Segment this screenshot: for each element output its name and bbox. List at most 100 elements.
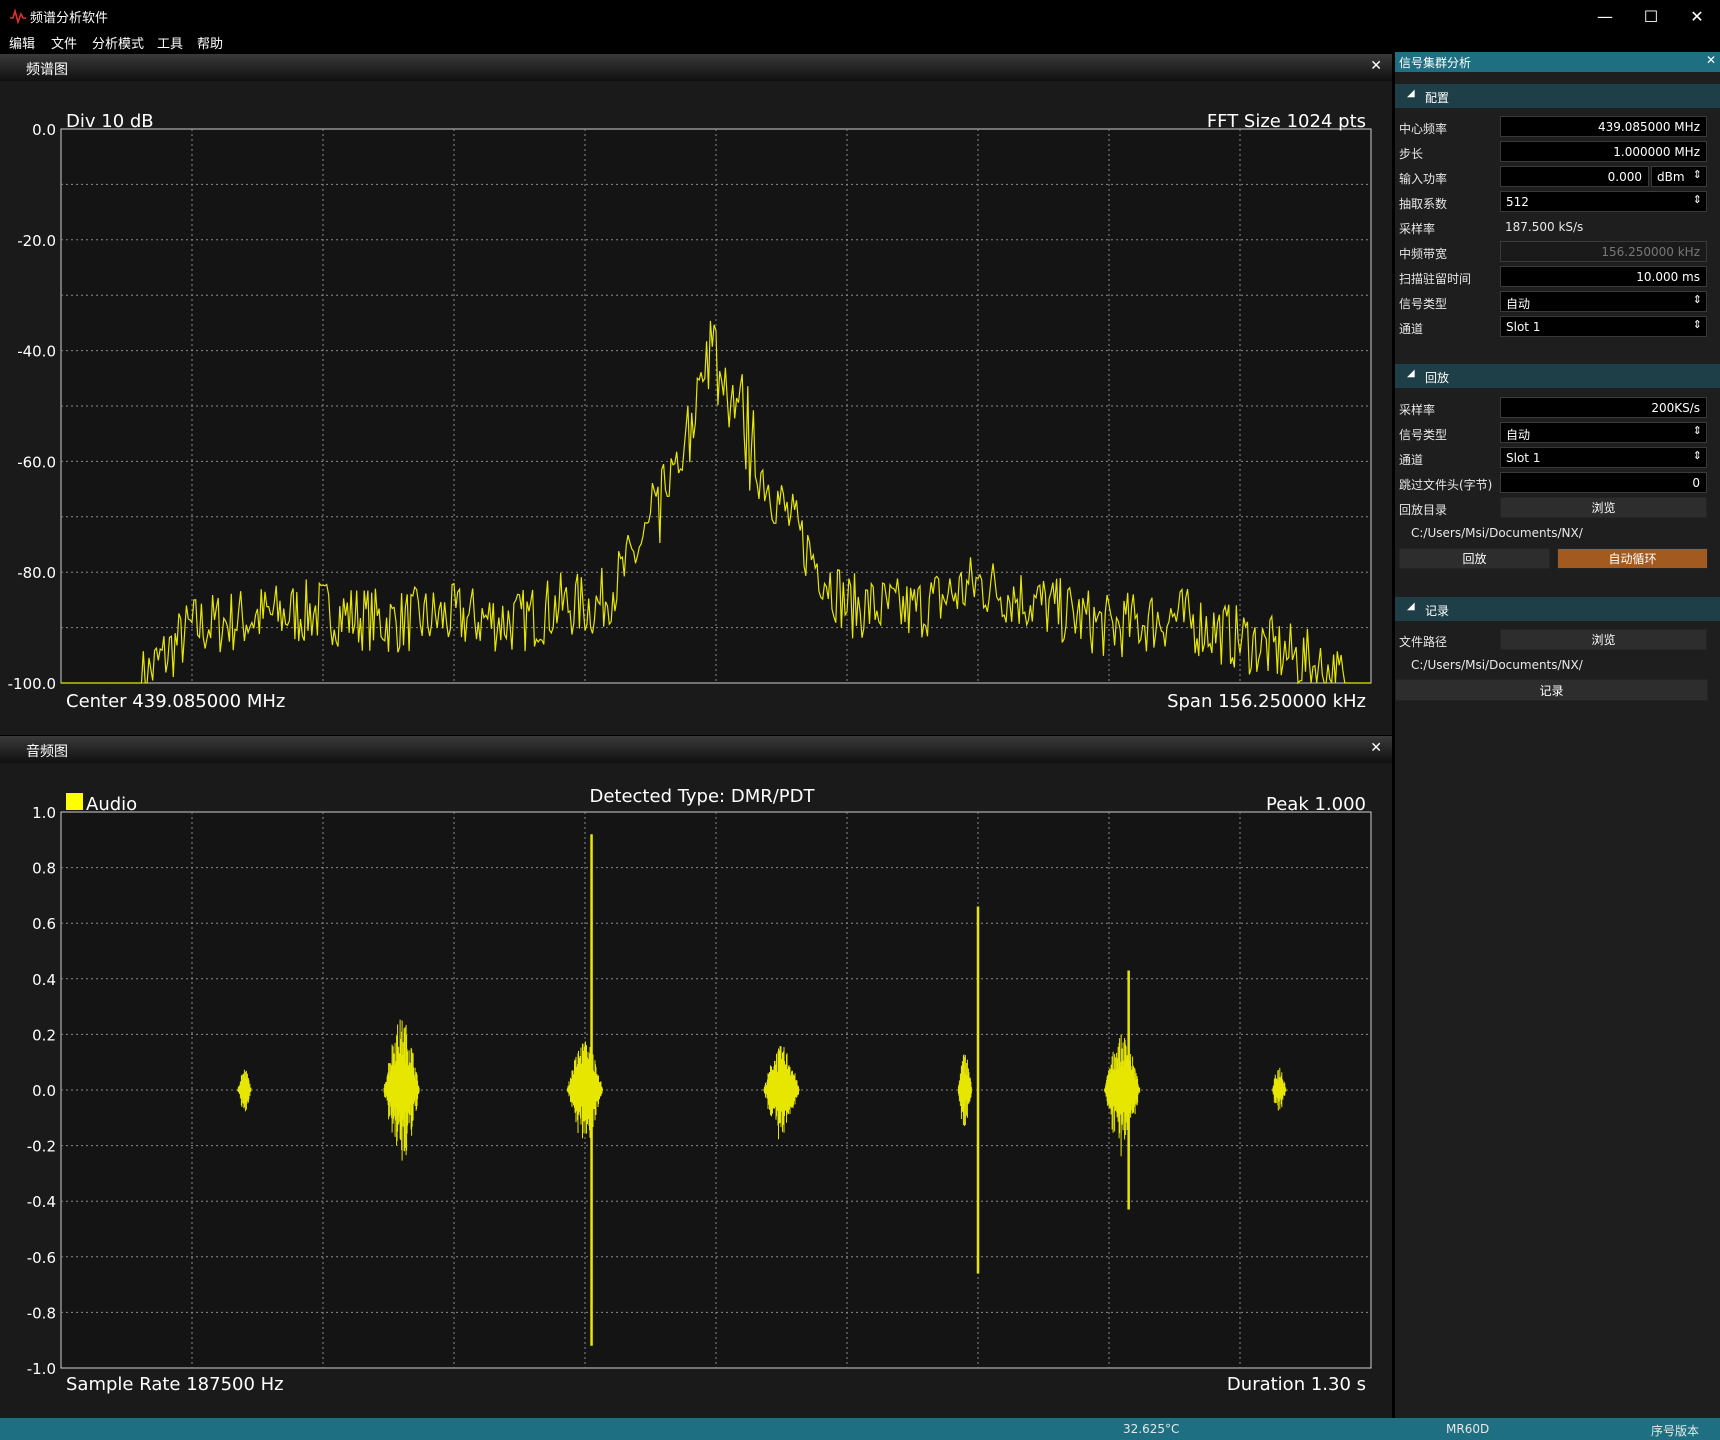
serial-version: 序号版本 (1651, 1424, 1700, 1438)
peak-label: Peak 1.000 (1266, 794, 1366, 815)
audio-legend-swatch (66, 793, 83, 810)
close-icon[interactable]: ✕ (1706, 53, 1716, 67)
center-freq-field[interactable]: 439.085000 MHz (1500, 116, 1707, 137)
sample-rate-label: 采样率 (1399, 222, 1436, 236)
y-tick-label: -1.0 (27, 1360, 56, 1378)
collapse-triangle-icon: ◢ (1407, 601, 1415, 612)
playback-dir-label: 回放目录 (1399, 503, 1448, 517)
close-icon[interactable]: ✕ (1370, 740, 1382, 756)
audio-legend-label: Audio (86, 794, 137, 815)
spin-arrows-icon: ⇕ (1692, 449, 1702, 462)
audio-panel: 1.0 0.8 0.6 0.4 0.2 0.0 -0.2 -0.4 -0.6 -0.8 -1.0 A… (0, 763, 1392, 1418)
y-tick-label: 1.0 (32, 804, 56, 822)
spectrum-panel-header: 频谱图 ✕ (0, 54, 1392, 81)
playback-path: C:/Users/Msi/Documents/NX/ (1411, 526, 1583, 540)
temperature-readout: 32.625°C (1123, 1422, 1180, 1436)
spin-arrows-icon: ⇕ (1692, 318, 1702, 331)
file-path-label: 文件路径 (1399, 635, 1448, 649)
dwell-time-field[interactable]: 10.000 ms (1500, 266, 1707, 287)
skip-header-label: 跳过文件头(字节) (1399, 478, 1493, 492)
playback-channel-select[interactable]: Slot 1 ⇕ (1500, 447, 1707, 468)
record-path: C:/Users/Msi/Documents/NX/ (1411, 658, 1583, 672)
menu-file[interactable]: 文件 (51, 33, 77, 52)
y-tick-label: -20.0 (17, 232, 56, 250)
spectrum-chart[interactable]: 0.0-20.0-40.0-60.0-80.0-100.0 Div 10 dB … (0, 81, 1392, 735)
spin-arrows-icon: ⇕ (1692, 293, 1702, 306)
playback-section-header[interactable]: ◢ 回放 (1395, 364, 1720, 388)
input-power-field[interactable]: 0.000 (1500, 166, 1649, 187)
detected-type-label: Detected Type: DMR/PDT (589, 786, 815, 807)
duration-label: Duration 1.30 s (1227, 1374, 1366, 1395)
menu-edit[interactable]: 编辑 (9, 33, 35, 52)
auto-loop-button[interactable]: 自动循环 (1557, 548, 1708, 569)
minimize-button[interactable]: — (1582, 0, 1628, 32)
audio-chart[interactable]: 1.0 0.8 0.6 0.4 0.2 0.0 -0.2 -0.4 -0.6 -0.8 -1.0 A… (0, 763, 1392, 1418)
y-tick-label: 0.2 (32, 1026, 56, 1044)
dock-title: 信号集群分析 (1399, 56, 1472, 70)
config-section-label: 配置 (1425, 91, 1450, 105)
decimation-label: 抽取系数 (1399, 197, 1448, 211)
dock-title-bar: 信号集群分析 ✕ (1395, 52, 1720, 72)
y-tick-label: -40.0 (17, 343, 56, 361)
step-field[interactable]: 1.000000 MHz (1500, 141, 1707, 162)
playback-signal-type-label: 信号类型 (1399, 428, 1448, 442)
power-unit-select[interactable]: dBm ⇕ (1651, 166, 1707, 187)
playback-browse-button[interactable]: 浏览 (1500, 497, 1707, 518)
y-tick-label: -60.0 (17, 453, 56, 471)
playback-rate-label: 采样率 (1399, 403, 1436, 417)
y-tick-label: 0.0 (32, 1082, 56, 1100)
menu-analysis-mode[interactable]: 分析模式 (92, 33, 144, 52)
y-tick-label: -0.6 (27, 1249, 56, 1267)
spectrum-panel-title: 频谱图 (26, 62, 68, 78)
audio-panel-title: 音频图 (26, 744, 68, 760)
config-section-header[interactable]: ◢ 配置 (1395, 84, 1720, 108)
spin-arrows-icon: ⇕ (1692, 193, 1702, 206)
channel-label: 通道 (1399, 322, 1424, 336)
status-bar: 32.625°C MR60D 序号版本 (0, 1418, 1720, 1440)
if-bandwidth-field: 156.250000 kHz (1500, 241, 1707, 262)
close-icon[interactable]: ✕ (1370, 58, 1382, 74)
collapse-triangle-icon: ◢ (1407, 88, 1415, 99)
if-bandwidth-label: 中频带宽 (1399, 247, 1448, 261)
playback-section-label: 回放 (1425, 371, 1450, 385)
div-label: Div 10 dB (66, 111, 154, 132)
maximize-button[interactable]: ☐ (1628, 0, 1674, 32)
signal-type-label: 信号类型 (1399, 297, 1448, 311)
signal-analysis-dock: 信号集群分析 ✕ ◢ 配置 中心频率 439.085000 MHz 步长 1.0… (1395, 52, 1720, 1418)
record-button[interactable]: 记录 (1395, 679, 1708, 701)
y-tick-label: 0.0 (32, 121, 56, 139)
y-tick-label: 0.4 (32, 971, 56, 989)
playback-channel-label: 通道 (1399, 453, 1424, 467)
record-browse-button[interactable]: 浏览 (1500, 629, 1707, 650)
center-freq-label: Center 439.085000 MHz (66, 691, 285, 712)
decimation-select[interactable]: 512 ⇕ (1500, 191, 1707, 212)
device-model: MR60D (1446, 1422, 1490, 1436)
app-icon (10, 8, 26, 24)
step-label: 步长 (1399, 147, 1424, 161)
y-tick-label: -100.0 (8, 675, 56, 693)
skip-header-field[interactable]: 0 (1500, 472, 1707, 493)
y-tick-label: 0.8 (32, 860, 56, 878)
signal-type-select[interactable]: 自动 ⇕ (1500, 291, 1707, 312)
window-title: 频谱分析软件 (30, 11, 109, 26)
close-window-button[interactable]: ✕ (1674, 0, 1720, 32)
menu-tools[interactable]: 工具 (157, 33, 183, 52)
span-label: Span 156.250000 kHz (1167, 691, 1366, 712)
y-tick-label: -0.4 (27, 1193, 56, 1211)
play-button[interactable]: 回放 (1399, 548, 1550, 569)
collapse-triangle-icon: ◢ (1407, 368, 1415, 379)
y-tick-label: 0.6 (32, 915, 56, 933)
playback-signal-type-select[interactable]: 自动 ⇕ (1500, 422, 1707, 443)
record-section-header[interactable]: ◢ 记录 (1395, 597, 1720, 621)
menu-help[interactable]: 帮助 (197, 33, 223, 52)
playback-rate-field[interactable]: 200KS/s (1500, 397, 1707, 418)
sample-rate-label: Sample Rate 187500 Hz (66, 1374, 284, 1395)
y-tick-label: -0.2 (27, 1138, 56, 1156)
spin-arrows-icon: ⇕ (1692, 424, 1702, 437)
menu-bar: 编辑 文件 分析模式 工具 帮助 (0, 32, 1395, 52)
record-section-label: 记录 (1425, 604, 1450, 618)
channel-select[interactable]: Slot 1 ⇕ (1500, 316, 1707, 337)
spectrum-panel: 0.0 -20.0 -40.0 -60.0 -80.0 -100.0 Div 10 dB … (0, 81, 1392, 735)
center-freq-label: 中心频率 (1399, 122, 1448, 136)
y-tick-label: -0.8 (27, 1304, 56, 1322)
